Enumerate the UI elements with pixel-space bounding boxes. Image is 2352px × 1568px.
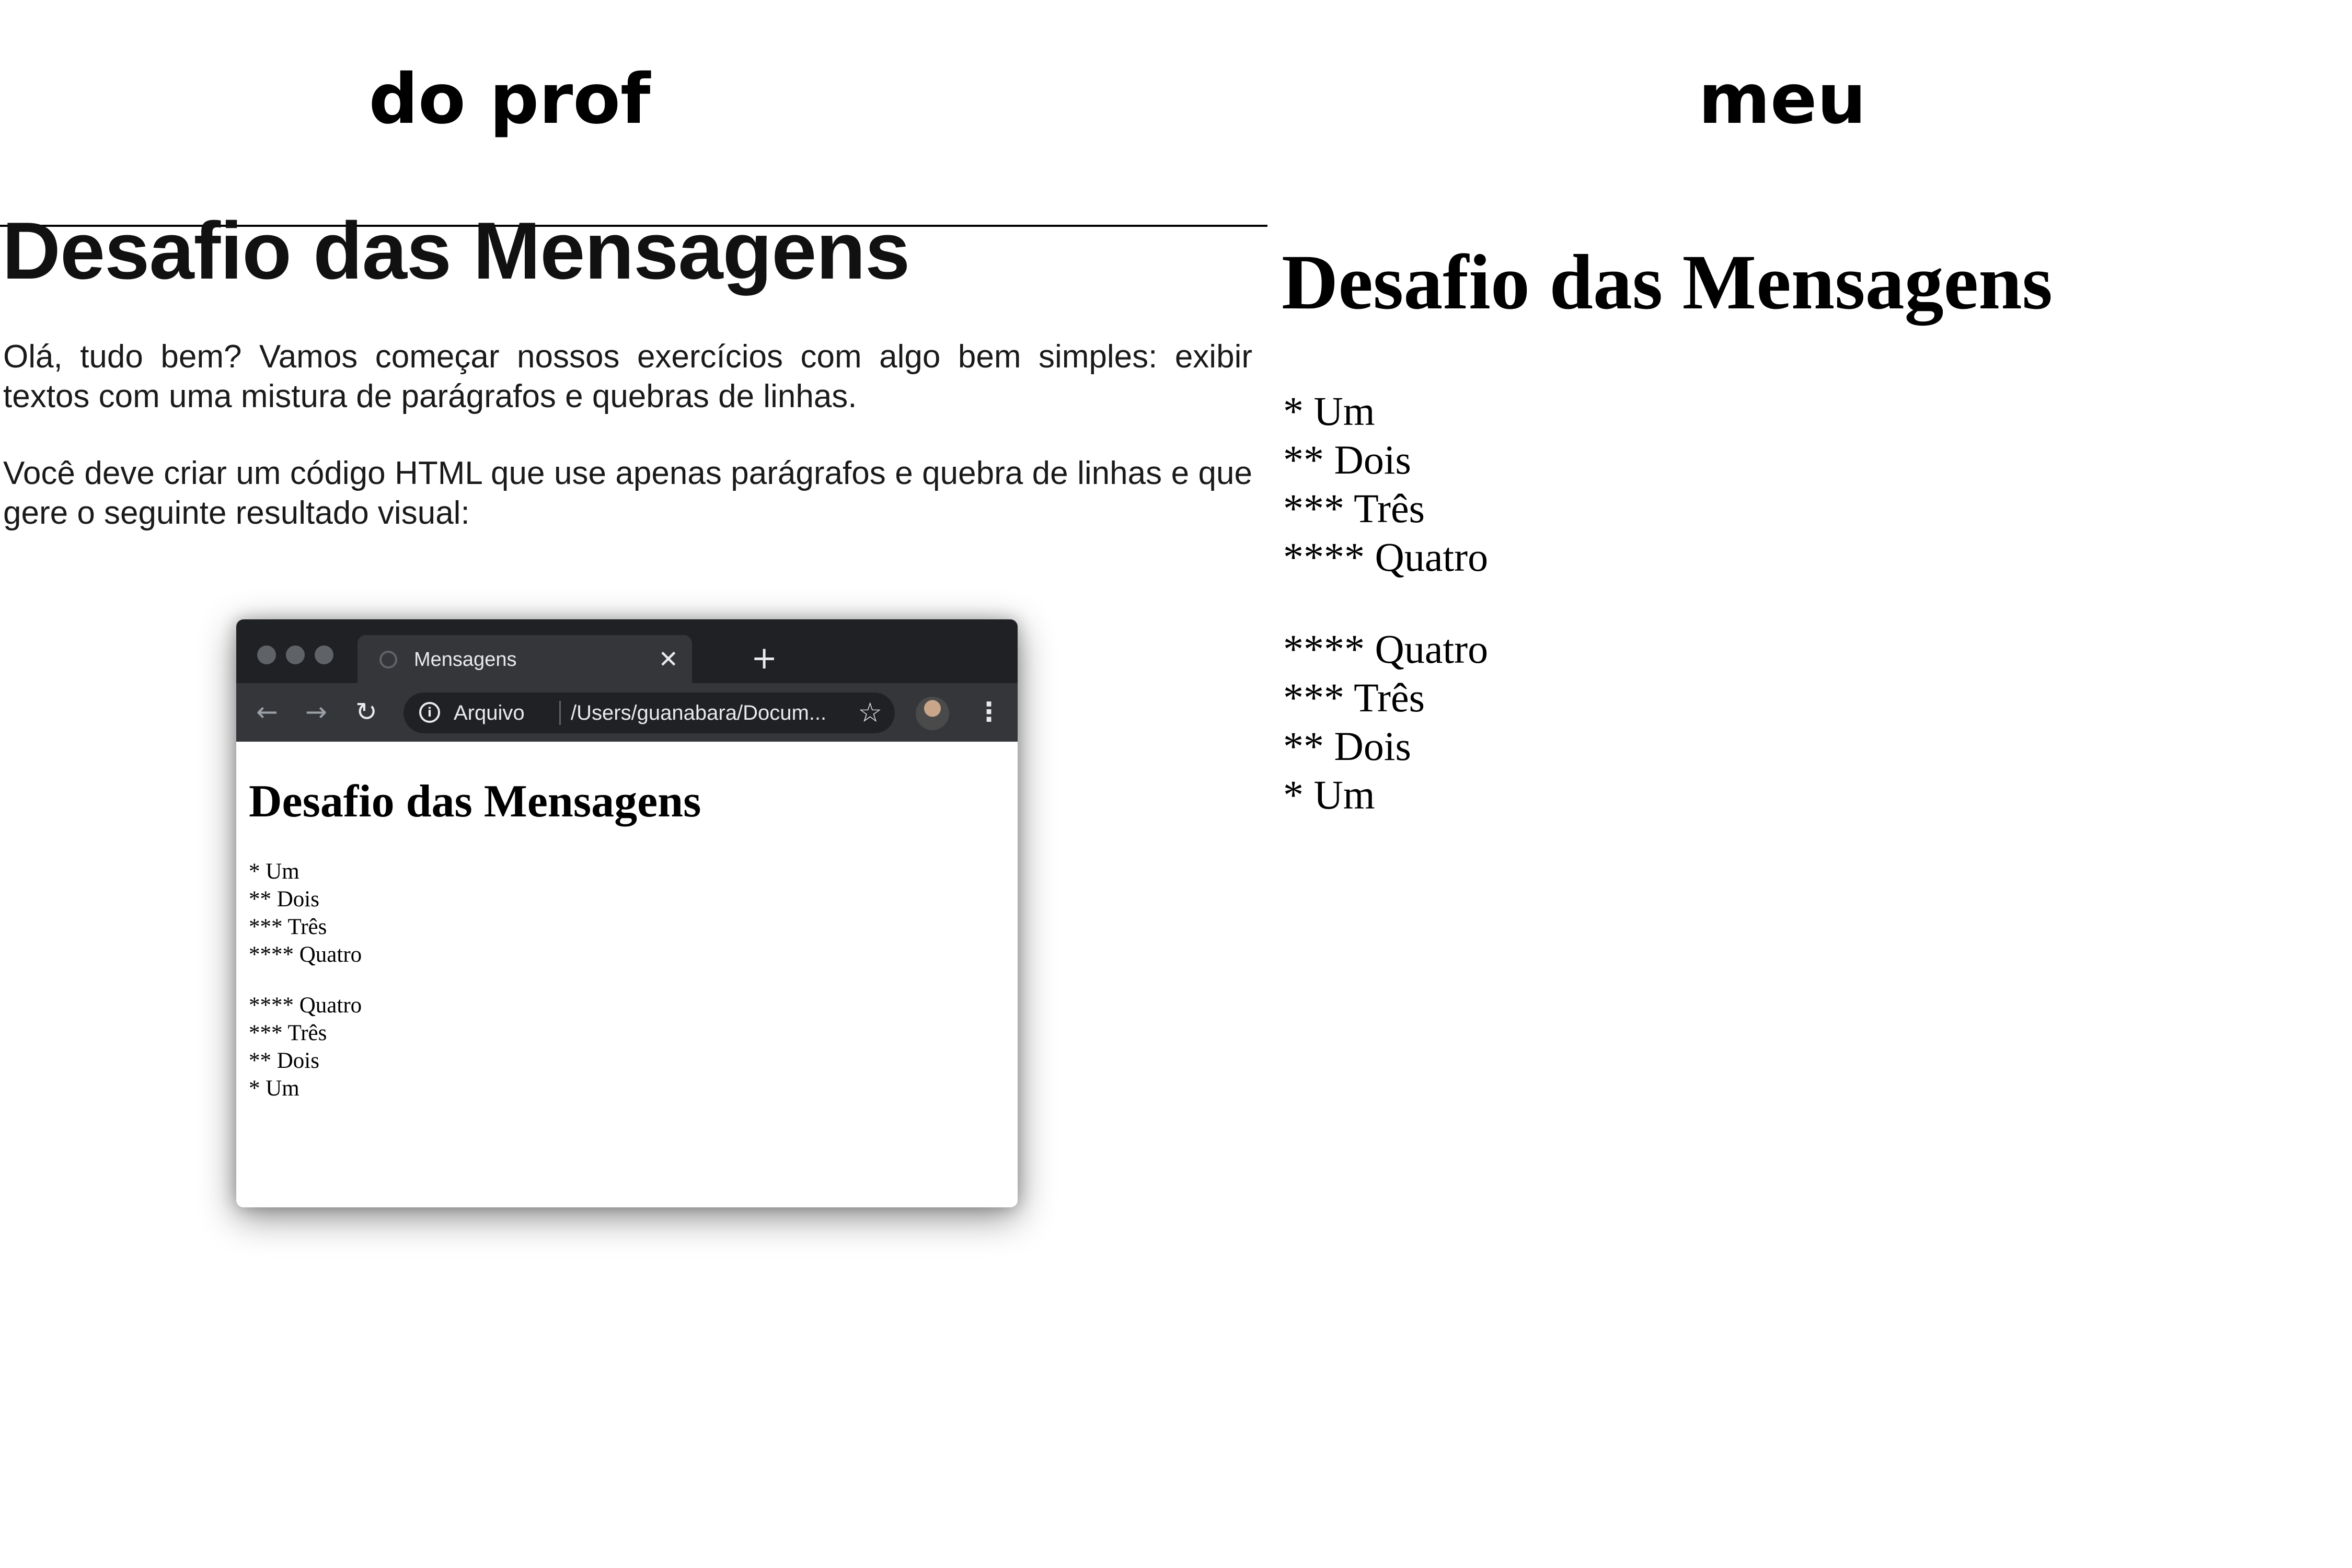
close-icon[interactable]: ✕ [658, 644, 678, 674]
avatar[interactable] [916, 697, 949, 730]
viewport-line: **** Quatro [249, 942, 362, 967]
browser-viewport: Desafio das Mensagens * Um ** Dois *** T… [236, 742, 1018, 1207]
plus-icon[interactable]: + [751, 642, 777, 674]
mine-line: * Um [1283, 772, 1375, 817]
browser-toolbar: ← → ↻ i Arquivo /Users/guanabara/Docum..… [236, 683, 1018, 742]
mine-line: *** Três [1283, 675, 1425, 720]
viewport-line: ** Dois [249, 1048, 319, 1073]
globe-icon [379, 651, 397, 668]
mine-line: **** Quatro [1283, 534, 1489, 580]
viewport-line: * Um [249, 859, 299, 884]
info-icon[interactable]: i [419, 702, 440, 723]
viewport-page-title: Desafio das Mensagens [249, 776, 701, 827]
address-bar[interactable]: i Arquivo /Users/guanabara/Docum... ☆ [403, 693, 895, 733]
prof-doc-title: Desafio das Mensagens [2, 205, 910, 296]
tab-title: Mensagens [414, 649, 517, 671]
reload-icon[interactable]: ↻ [355, 696, 377, 728]
star-icon[interactable]: ☆ [858, 697, 882, 729]
viewport-line: *** Três [249, 915, 327, 939]
kebab-menu-icon[interactable]: ⋮ [976, 695, 1002, 729]
mine-paragraph-ascending: * Um ** Dois *** Três **** Quatro [1283, 387, 1488, 581]
address-url: /Users/guanabara/Docum... [571, 701, 827, 724]
browser-screenshot: Mensagens ✕ + ← → ↻ i Arquivo /Users/gua… [236, 619, 1018, 1207]
window-minimize-dot[interactable] [286, 645, 305, 664]
viewport-line: ** Dois [249, 887, 319, 912]
address-scheme-label: Arquivo [454, 701, 525, 724]
browser-tab-bar: Mensagens ✕ + [236, 619, 1018, 683]
viewport-paragraph-ascending: * Um ** Dois *** Três **** Quatro [249, 858, 362, 969]
arrow-right-icon[interactable]: → [305, 696, 327, 728]
prof-paragraph-intro: Olá, tudo bem? Vamos começar nossos exer… [3, 339, 1252, 414]
viewport-line: **** Quatro [249, 993, 362, 1018]
arrow-left-icon[interactable]: ← [256, 696, 278, 728]
viewport-line: * Um [249, 1076, 299, 1101]
mine-line: **** Quatro [1283, 626, 1489, 672]
viewport-paragraph-descending: **** Quatro *** Três ** Dois * Um [249, 991, 362, 1102]
window-close-dot[interactable] [257, 645, 276, 664]
viewport-line: *** Três [249, 1021, 327, 1045]
address-separator [559, 701, 561, 725]
mine-line: * Um [1283, 388, 1375, 434]
header-do-prof: do prof [368, 59, 651, 140]
window-zoom-dot[interactable] [315, 645, 333, 664]
browser-tab-mensagens[interactable]: Mensagens ✕ [358, 635, 692, 683]
header-meu: meu [1698, 59, 1866, 140]
mine-line: *** Três [1283, 486, 1425, 531]
mine-page-title: Desafio das Mensagens [1282, 239, 2053, 326]
mine-line: ** Dois [1283, 723, 1411, 769]
prof-paragraph-instructions: Você deve criar um código HTML que use a… [3, 455, 1252, 531]
mine-line: ** Dois [1283, 437, 1411, 482]
mine-paragraph-descending: **** Quatro *** Três ** Dois * Um [1283, 625, 1488, 819]
